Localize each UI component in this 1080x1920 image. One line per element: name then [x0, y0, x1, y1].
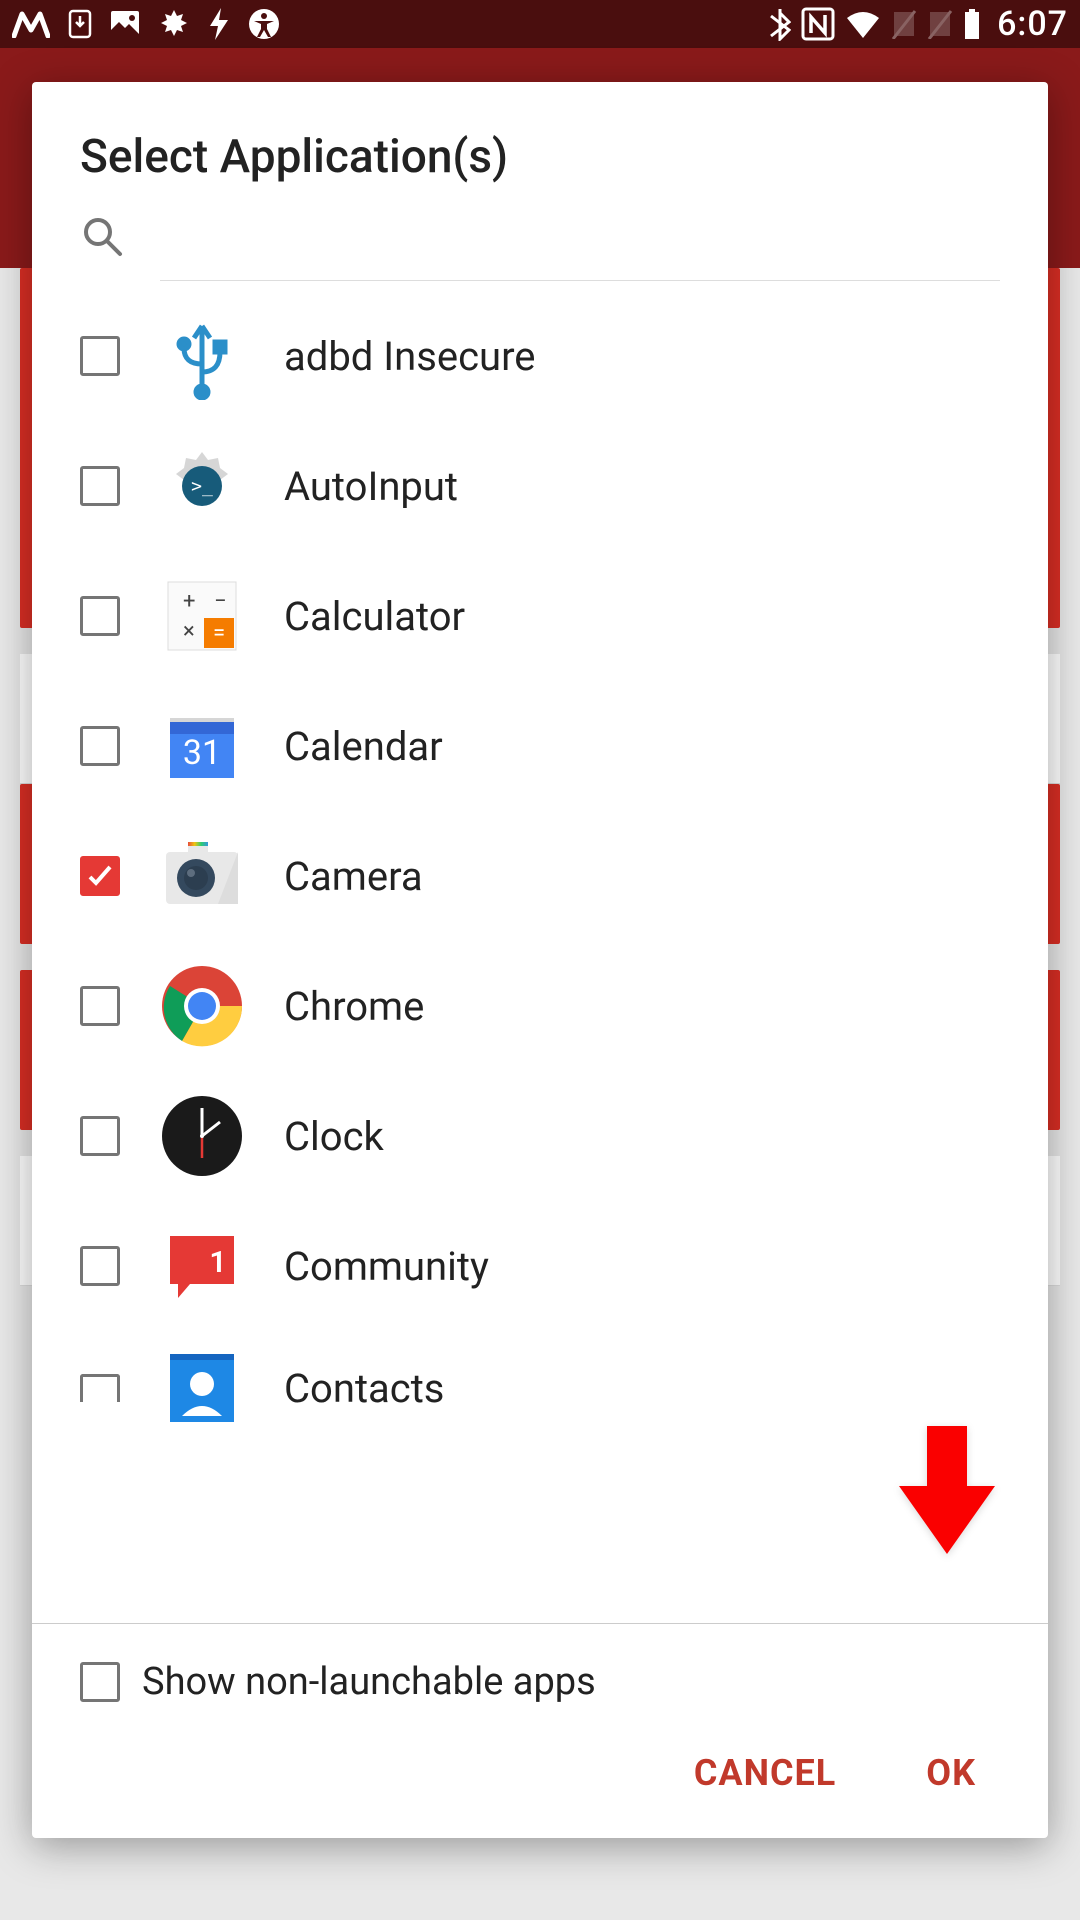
- svg-text:>_: >_: [191, 476, 213, 497]
- checkbox[interactable]: [80, 1246, 120, 1286]
- app-label: Calculator: [284, 593, 465, 640]
- accessibility-icon: [248, 8, 280, 40]
- app-row-clock[interactable]: Clock: [32, 1071, 1048, 1201]
- annotation-arrow-down-icon: [892, 1426, 1002, 1560]
- status-bar: 6:07: [0, 0, 1080, 48]
- dialog-actions: CANCEL OK: [32, 1728, 1048, 1838]
- gear-terminal-icon: >_: [158, 442, 246, 530]
- bluetooth-icon: [769, 7, 791, 41]
- community-icon: 1: [158, 1222, 246, 1310]
- ok-button[interactable]: OK: [926, 1752, 976, 1794]
- chrome-icon: [158, 962, 246, 1050]
- app-label: Camera: [284, 853, 423, 900]
- app-row-camera[interactable]: Camera: [32, 811, 1048, 941]
- status-time: 6:07: [997, 4, 1068, 44]
- select-applications-dialog: Select Application(s) adbd Insecure >_ A…: [32, 82, 1048, 1838]
- sim1-disabled-icon: [891, 9, 917, 39]
- app-label: AutoInput: [284, 463, 458, 510]
- app-label: Contacts: [284, 1365, 444, 1412]
- contacts-icon: [158, 1344, 246, 1432]
- m-logo-icon: [12, 10, 50, 38]
- svg-text:×: ×: [183, 619, 195, 644]
- app-label: Clock: [284, 1113, 384, 1160]
- app-label: Calendar: [284, 723, 443, 770]
- checkbox[interactable]: [80, 596, 120, 636]
- apps-list[interactable]: adbd Insecure >_ AutoInput +−× = Calculat…: [32, 281, 1048, 1623]
- calendar-icon: 31: [158, 702, 246, 790]
- search-icon[interactable]: [80, 214, 124, 262]
- app-label: Chrome: [284, 983, 424, 1030]
- flash-icon: [208, 8, 230, 40]
- app-row-adbd-insecure[interactable]: adbd Insecure: [32, 291, 1048, 421]
- checkbox[interactable]: [80, 726, 120, 766]
- checkbox[interactable]: [80, 336, 120, 376]
- download-icon: [68, 9, 92, 39]
- battery-icon: [963, 9, 981, 39]
- app-row-chrome[interactable]: Chrome: [32, 941, 1048, 1071]
- checkbox[interactable]: [80, 1374, 120, 1402]
- checkbox-show-non-launchable[interactable]: [80, 1662, 120, 1702]
- checkbox[interactable]: [80, 1116, 120, 1156]
- camera-icon: [158, 832, 246, 920]
- checkbox[interactable]: [80, 986, 120, 1026]
- nfc-icon: [801, 7, 835, 41]
- sim2-disabled-icon: [927, 9, 953, 39]
- leaf-icon: [158, 8, 190, 40]
- checkbox[interactable]: [80, 466, 120, 506]
- dialog-title: Select Application(s): [32, 82, 1048, 214]
- footer-option-label: Show non-launchable apps: [142, 1660, 596, 1704]
- svg-text:−: −: [214, 589, 227, 614]
- app-row-community[interactable]: 1 Community: [32, 1201, 1048, 1331]
- app-row-calendar[interactable]: 31 Calendar: [32, 681, 1048, 811]
- image-icon: [110, 10, 140, 38]
- cancel-button[interactable]: CANCEL: [694, 1752, 836, 1794]
- app-label: adbd Insecure: [284, 333, 535, 380]
- svg-text:1: 1: [209, 1245, 226, 1280]
- dialog-footer-option[interactable]: Show non-launchable apps: [32, 1624, 1048, 1728]
- app-row-autoinput[interactable]: >_ AutoInput: [32, 421, 1048, 551]
- app-row-contacts[interactable]: Contacts: [32, 1331, 1048, 1401]
- svg-text:+: +: [183, 589, 195, 614]
- wifi-icon: [845, 10, 881, 38]
- usb-icon: [158, 312, 246, 400]
- app-row-calculator[interactable]: +−× = Calculator: [32, 551, 1048, 681]
- checkbox[interactable]: [80, 856, 120, 896]
- svg-text:=: =: [213, 621, 225, 646]
- svg-text:31: 31: [183, 733, 221, 773]
- app-label: Community: [284, 1243, 489, 1290]
- clock-icon: [158, 1092, 246, 1180]
- calculator-icon: +−× =: [158, 572, 246, 660]
